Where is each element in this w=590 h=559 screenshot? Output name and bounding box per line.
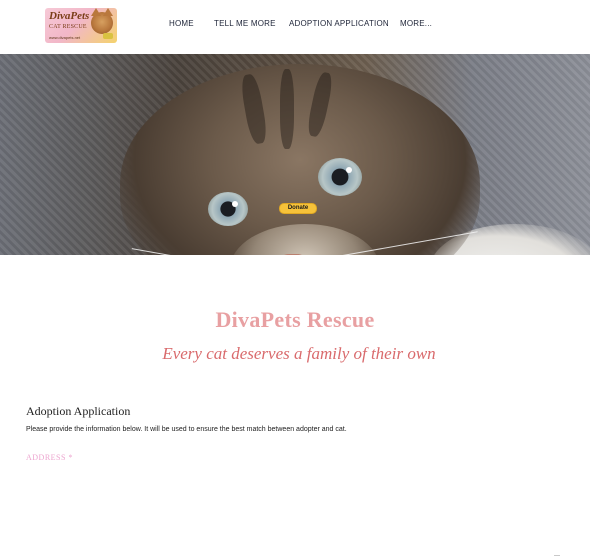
nav-adoption-application[interactable]: ADOPTION APPLICATION — [289, 19, 389, 28]
logo-url: www.divapets.net — [49, 35, 81, 40]
main-nav: HOME TELL ME MORE ADOPTION APPLICATION M… — [0, 19, 590, 31]
form-heading: Adoption Application — [26, 404, 131, 418]
nav-home[interactable]: HOME — [169, 19, 194, 28]
address-field-label: ADDRESS * — [26, 453, 73, 462]
donate-button[interactable]: Donate — [279, 203, 317, 214]
nav-tell-me-more[interactable]: TELL ME MORE — [214, 19, 276, 28]
scroll-indicator — [554, 555, 560, 559]
page-tagline: Every cat deserves a family of their own — [162, 344, 436, 363]
fur-stripe — [280, 69, 294, 149]
page-title: DivaPets Rescue — [215, 307, 375, 332]
logo-decoration — [103, 33, 113, 39]
site-header: DivaPets CAT RESCUE www.divapets.net HOM… — [0, 0, 590, 54]
kitten-eye-left — [208, 192, 248, 226]
kitten-eye-right — [318, 158, 362, 196]
nav-more[interactable]: MORE... — [400, 19, 432, 28]
form-description: Please provide the information below. It… — [26, 426, 347, 433]
hero-banner: Donate — [0, 54, 590, 255]
